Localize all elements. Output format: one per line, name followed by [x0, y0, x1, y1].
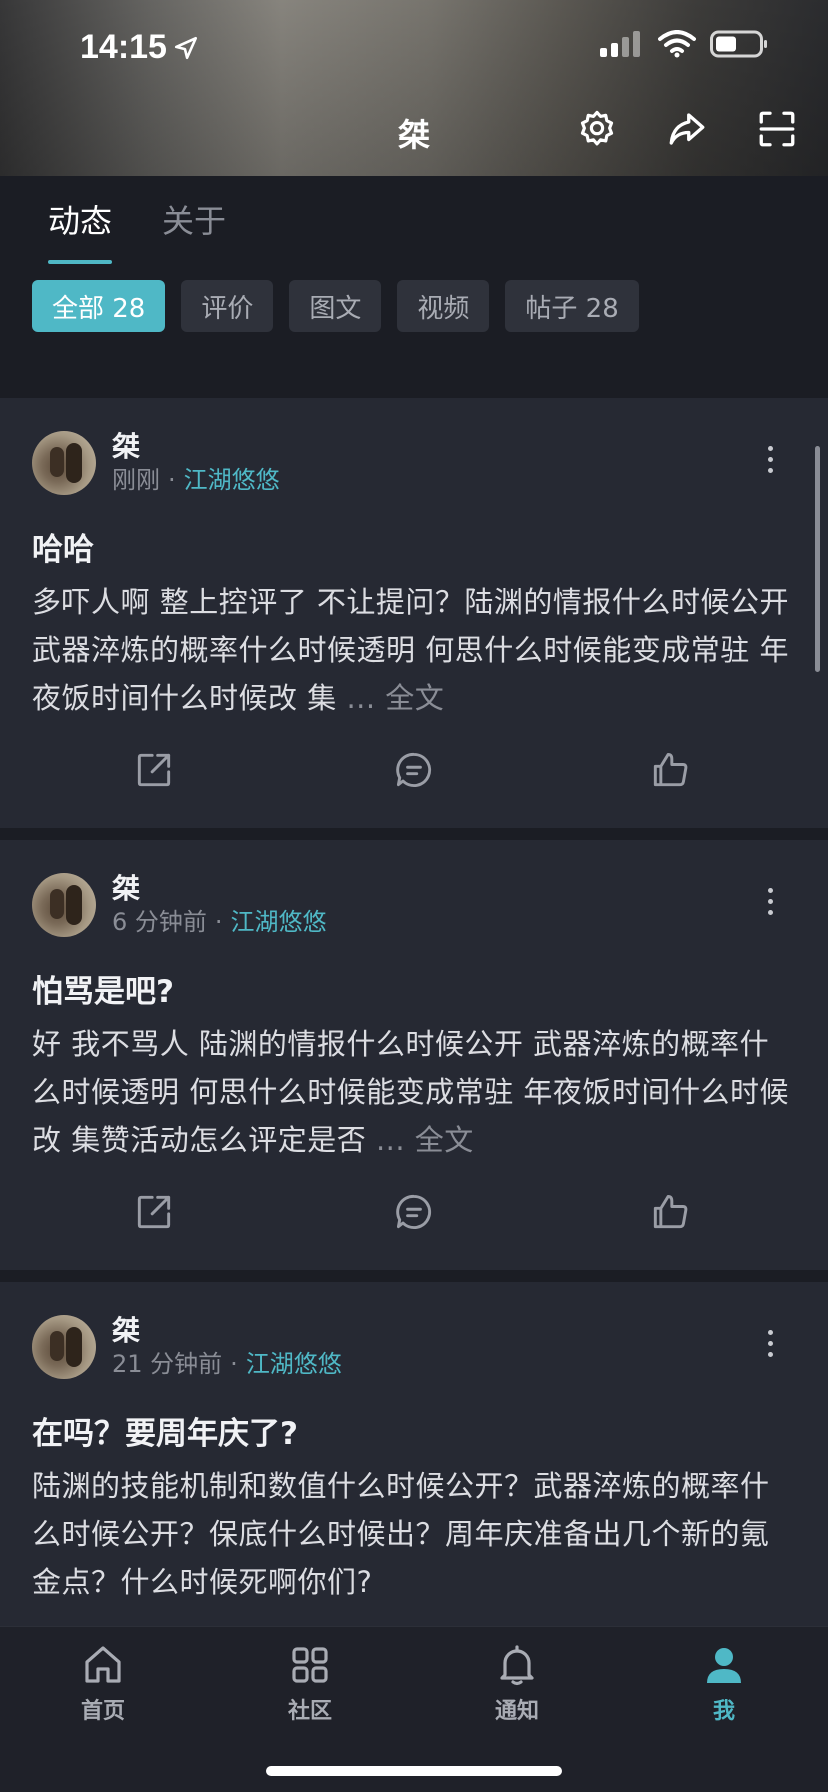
post-card[interactable]: 桀 刚刚 · 江湖悠悠 哈哈 多吓人啊 整上控评了 不让提问？陆渊的情报什么时候公开… — [0, 398, 828, 828]
post-subline: 6 分钟前 · 江湖悠悠 — [112, 906, 327, 938]
nav-notifications-label: 通知 — [494, 1699, 539, 1724]
post-header: 桀 21 分钟前 · 江湖悠悠 — [32, 1314, 342, 1380]
filter-posts[interactable]: 帖子 28 — [505, 280, 639, 332]
like-button[interactable] — [648, 748, 692, 792]
home-indicator[interactable] — [266, 1766, 562, 1776]
post-actions — [0, 1190, 828, 1242]
post-header: 桀 刚刚 · 江湖悠悠 — [32, 430, 280, 496]
cellular-signal-icon — [600, 31, 640, 57]
battery-icon — [710, 30, 767, 58]
grid-icon — [292, 1647, 328, 1683]
nav-community-label: 社区 — [287, 1699, 332, 1724]
avatar[interactable] — [32, 1315, 96, 1379]
post-header: 桀 6 分钟前 · 江湖悠悠 — [32, 872, 327, 938]
filter-reviews[interactable]: 评价 — [181, 280, 274, 332]
comment-icon — [396, 1194, 432, 1230]
wifi-icon — [658, 30, 696, 58]
header-actions — [576, 108, 798, 150]
post-category[interactable]: 江湖悠悠 — [231, 908, 327, 936]
gear-icon — [580, 110, 614, 146]
share-post-button[interactable] — [132, 748, 176, 792]
post-category[interactable]: 江湖悠悠 — [246, 1350, 342, 1378]
comment-icon — [396, 752, 432, 788]
post-excerpt: 陆渊的技能机制和数值什么时候公开？武器淬炼的概率什么时候公开？保底什么时候出？周… — [32, 1469, 770, 1599]
avatar[interactable] — [32, 431, 96, 495]
post-body: 多吓人啊 整上控评了 不让提问？陆渊的情报什么时候公开 武器淬炼的概率什么时候透… — [32, 578, 792, 722]
post-meta: 桀 刚刚 · 江湖悠悠 — [112, 430, 280, 496]
user-icon — [707, 1648, 741, 1683]
like-button[interactable] — [648, 1190, 692, 1234]
nav-me[interactable]: 我 — [664, 1641, 784, 1725]
author-name[interactable]: 桀 — [112, 1314, 342, 1348]
post-meta: 桀 21 分钟前 · 江湖悠悠 — [112, 1314, 342, 1380]
post-title: 怕骂是吧? — [32, 974, 174, 1010]
more-options-button[interactable] — [764, 888, 776, 918]
post-time: 刚刚 — [112, 466, 160, 494]
tab-activity[interactable]: 动态 — [48, 196, 113, 264]
separator-dot: · — [168, 466, 176, 494]
status-time: 14:15 — [80, 28, 199, 67]
post-title: 哈哈 — [32, 532, 94, 568]
post-card[interactable]: 桀 6 分钟前 · 江湖悠悠 怕骂是吧? 好 我不骂人 陆渊的情报什么时候公开 武器… — [0, 840, 828, 1270]
status-indicators — [600, 30, 768, 58]
nav-home-label: 首页 — [80, 1699, 125, 1724]
post-title: 在吗？要周年庆了? — [32, 1416, 298, 1452]
profile-header: 14:15 桀 — [0, 0, 828, 176]
tab-about[interactable]: 关于 — [162, 196, 226, 264]
author-name[interactable]: 桀 — [112, 430, 280, 464]
comment-button[interactable] — [392, 748, 436, 792]
separator-dot: · — [214, 908, 223, 936]
separator-dot: · — [230, 1350, 238, 1378]
share-icon — [137, 753, 171, 787]
nav-me-label: 我 — [712, 1699, 735, 1724]
thumbs-up-icon — [653, 752, 688, 787]
more-options-button[interactable] — [764, 446, 776, 476]
nav-notifications[interactable]: 通知 — [457, 1641, 577, 1725]
filter-all[interactable]: 全部 28 — [32, 280, 166, 332]
location-arrow-icon — [174, 36, 198, 59]
post-meta: 桀 6 分钟前 · 江湖悠悠 — [112, 872, 327, 938]
post-category[interactable]: 江湖悠悠 — [184, 466, 280, 494]
post-time: 6 分钟前 — [112, 908, 207, 936]
nav-community[interactable]: 社区 — [250, 1641, 370, 1725]
scan-button[interactable] — [756, 108, 798, 150]
post-body: 好 我不骂人 陆渊的情报什么时候公开 武器淬炼的概率什么时候透明 何思什么时候能… — [32, 1020, 792, 1164]
avatar[interactable] — [32, 873, 96, 937]
post-subline: 21 分钟前 · 江湖悠悠 — [112, 1348, 342, 1380]
thumbs-up-icon — [653, 1194, 688, 1229]
scrollbar[interactable] — [815, 446, 820, 672]
nav-home[interactable]: 首页 — [43, 1641, 163, 1725]
filter-chips: 全部 28 评价 图文 视频 帖子 28 — [32, 280, 639, 332]
share-icon — [137, 1195, 171, 1229]
settings-button[interactable] — [576, 108, 618, 150]
share-button[interactable] — [666, 108, 708, 150]
author-name[interactable]: 桀 — [112, 872, 327, 906]
bell-icon — [500, 1645, 534, 1686]
share-arrow-icon — [669, 113, 705, 145]
share-post-button[interactable] — [132, 1190, 176, 1234]
scan-icon — [759, 111, 795, 147]
profile-tabs: 动态 关于 — [48, 196, 226, 264]
post-time: 21 分钟前 — [112, 1350, 223, 1378]
filter-images[interactable]: 图文 — [289, 280, 382, 332]
comment-button[interactable] — [392, 1190, 436, 1234]
post-subline: 刚刚 · 江湖悠悠 — [112, 464, 280, 496]
read-more-link[interactable]: ... 全文 — [346, 681, 444, 715]
post-actions — [0, 748, 828, 800]
home-icon — [85, 1646, 121, 1683]
post-body: 陆渊的技能机制和数值什么时候公开？武器淬炼的概率什么时候公开？保底什么时候出？周… — [32, 1462, 792, 1606]
more-options-button[interactable] — [764, 1330, 776, 1360]
read-more-link[interactable]: ... 全文 — [376, 1123, 474, 1157]
post-feed: 桀 刚刚 · 江湖悠悠 哈哈 多吓人啊 整上控评了 不让提问？陆渊的情报什么时候公开… — [0, 398, 828, 1724]
filter-videos[interactable]: 视频 — [397, 280, 490, 332]
